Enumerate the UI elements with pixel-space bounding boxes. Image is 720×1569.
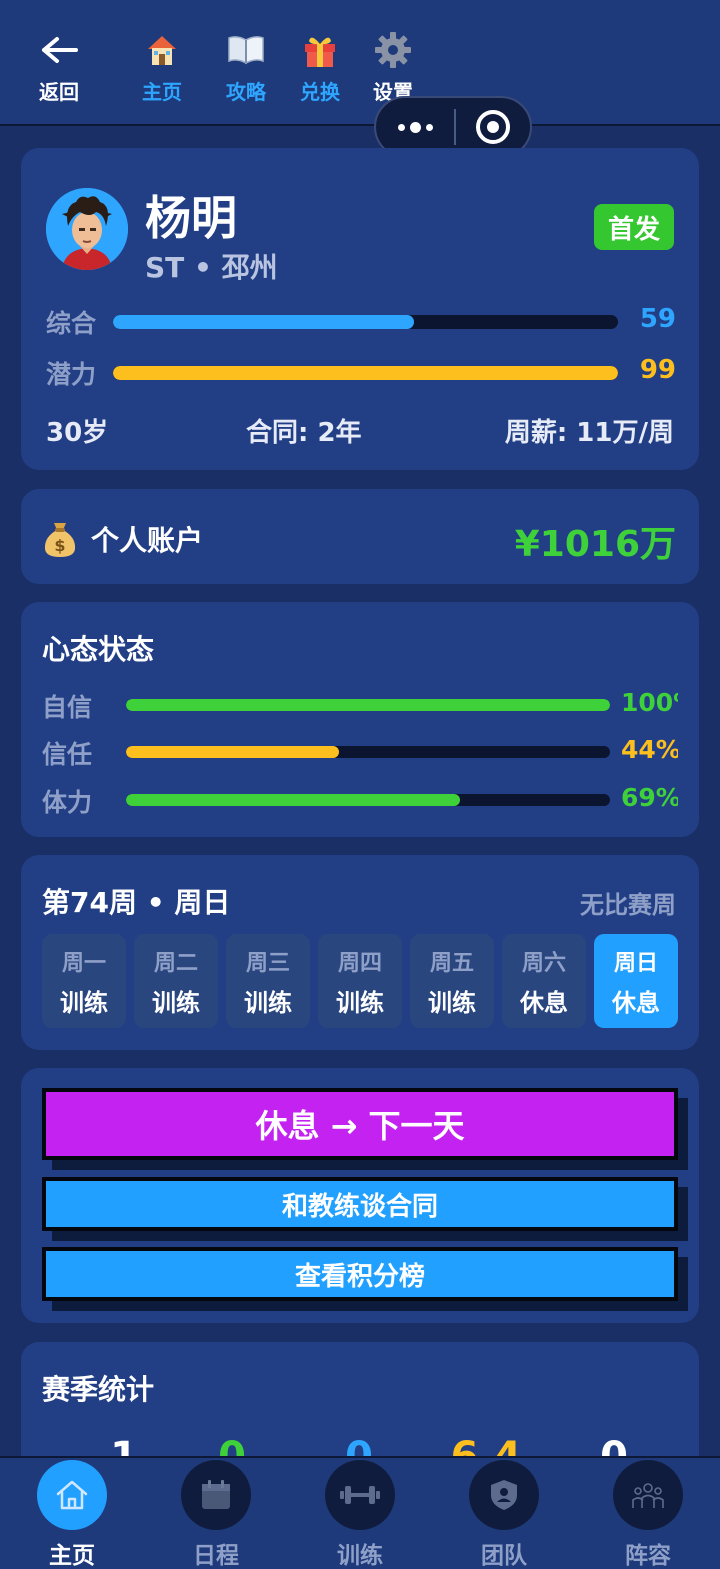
- dumbbell-icon: [325, 1460, 395, 1530]
- match-week-note: 无比赛周: [580, 891, 676, 919]
- stamina-row: 体力 69%: [42, 783, 678, 819]
- back-label: 返回: [39, 80, 79, 104]
- confidence-label: 自信: [42, 693, 93, 722]
- rest-next-day-button-wrap: 休息 → 下一天: [42, 1088, 688, 1170]
- day-list: 周一 训练 周二 训练 周三 训练 周四 训练 周五 训练 周六 休息 周日 休息: [42, 934, 678, 1028]
- stamina-label: 体力: [42, 788, 93, 817]
- rest-next-day-button[interactable]: 休息 → 下一天: [42, 1088, 678, 1160]
- player-position-city: ST • 邳州: [145, 251, 278, 284]
- tab-schedule[interactable]: 日程: [166, 1458, 266, 1569]
- day-thursday[interactable]: 周四 训练: [318, 934, 402, 1028]
- tab-lineup[interactable]: 阵容: [598, 1458, 698, 1569]
- money-bag-icon: $: [41, 519, 79, 567]
- back-arrow-icon: [39, 28, 79, 72]
- actions-card: 休息 → 下一天 和教练谈合同 查看积分榜: [21, 1068, 699, 1323]
- tab-home[interactable]: 主页: [22, 1458, 122, 1569]
- overall-rating-row: 综合 59: [46, 304, 676, 340]
- mood-title: 心态状态: [42, 633, 155, 666]
- trust-bar: [126, 746, 610, 758]
- nav-guide[interactable]: 攻略: [206, 28, 286, 105]
- target-icon: [476, 110, 510, 144]
- nav-redeem-label: 兑换: [300, 80, 340, 104]
- overall-value: 59: [639, 304, 676, 334]
- day-saturday[interactable]: 周六 休息: [502, 934, 586, 1028]
- more-menu-button[interactable]: [376, 121, 454, 133]
- nav-redeem[interactable]: 兑换: [280, 28, 360, 105]
- contract-talk-button[interactable]: 和教练谈合同: [42, 1177, 678, 1231]
- confidence-row: 自信 100%: [42, 688, 678, 724]
- tab-home-label: 主页: [49, 1543, 95, 1569]
- nav-home-label: 主页: [142, 80, 182, 104]
- nav-guide-label: 攻略: [226, 80, 266, 104]
- svg-text:$: $: [54, 536, 65, 555]
- tab-training-label: 训练: [337, 1543, 383, 1569]
- avatar[interactable]: [46, 188, 128, 270]
- open-book-icon: [226, 28, 266, 72]
- tab-team-label: 团队: [481, 1543, 527, 1569]
- potential-value: 99: [639, 355, 676, 385]
- player-profile-card: 杨明 ST • 邳州 首发 综合 59 潜力 99 30岁 合同: 2年 周薪:…: [21, 148, 699, 470]
- day-sunday[interactable]: 周日 休息: [594, 934, 678, 1028]
- close-miniprogram-button[interactable]: [456, 110, 530, 144]
- overall-bar: [113, 315, 618, 329]
- day-friday[interactable]: 周五 训练: [410, 934, 494, 1028]
- player-contract: 合同: 2年: [246, 418, 362, 448]
- house-icon: [144, 28, 180, 72]
- mood-status-card: 心态状态 自信 100% 信任 44% 体力 69%: [21, 602, 699, 837]
- week-title: 第74周 • 周日: [42, 886, 231, 919]
- player-wage: 周薪: 11万/周: [504, 418, 674, 448]
- week-schedule-card: 第74周 • 周日 无比赛周 周一 训练 周二 训练 周三 训练 周四 训练 周五 训练 …: [21, 855, 699, 1050]
- season-title: 赛季统计: [42, 1373, 155, 1406]
- nav-settings[interactable]: 设置: [353, 28, 433, 105]
- personal-account-card[interactable]: $ 个人账户 ¥1016万: [21, 489, 699, 584]
- confidence-bar: [126, 699, 610, 711]
- trust-value: 44%: [621, 735, 678, 764]
- gift-icon: [301, 28, 339, 72]
- home-icon: [37, 1460, 107, 1530]
- tab-lineup-label: 阵容: [625, 1543, 671, 1569]
- tab-team[interactable]: 团队: [454, 1458, 554, 1569]
- contract-talk-button-wrap: 和教练谈合同: [42, 1177, 688, 1241]
- trust-row: 信任 44%: [42, 735, 678, 771]
- confidence-value: 100%: [621, 688, 678, 717]
- stamina-bar: [126, 794, 610, 806]
- potential-rating-row: 潜力 99: [46, 355, 676, 391]
- player-age: 30岁: [46, 418, 109, 448]
- gear-icon: [373, 28, 413, 72]
- back-button[interactable]: 返回: [19, 28, 99, 105]
- account-balance: ¥1016万: [514, 524, 676, 565]
- top-nav: 返回 主页 攻略 兑换 设置: [0, 0, 720, 126]
- group-icon: [613, 1460, 683, 1530]
- starter-badge: 首发: [594, 204, 674, 250]
- tab-training[interactable]: 训练: [310, 1458, 410, 1569]
- tab-schedule-label: 日程: [193, 1543, 239, 1569]
- potential-bar: [113, 366, 618, 380]
- stamina-value: 69%: [621, 783, 678, 812]
- shield-user-icon: [469, 1460, 539, 1530]
- player-name: 杨明: [145, 191, 237, 245]
- day-tuesday[interactable]: 周二 训练: [134, 934, 218, 1028]
- overall-label: 综合: [46, 309, 97, 338]
- leaderboard-button[interactable]: 查看积分榜: [42, 1247, 678, 1301]
- potential-label: 潜力: [46, 360, 97, 389]
- nav-home[interactable]: 主页: [122, 28, 202, 105]
- account-label: 个人账户: [91, 524, 204, 557]
- trust-label: 信任: [42, 740, 93, 769]
- day-wednesday[interactable]: 周三 训练: [226, 934, 310, 1028]
- calendar-icon: [181, 1460, 251, 1530]
- leaderboard-button-wrap: 查看积分榜: [42, 1247, 688, 1311]
- day-monday[interactable]: 周一 训练: [42, 934, 126, 1028]
- bottom-tab-bar: 主页 日程 训练 团队 阵容: [0, 1456, 720, 1569]
